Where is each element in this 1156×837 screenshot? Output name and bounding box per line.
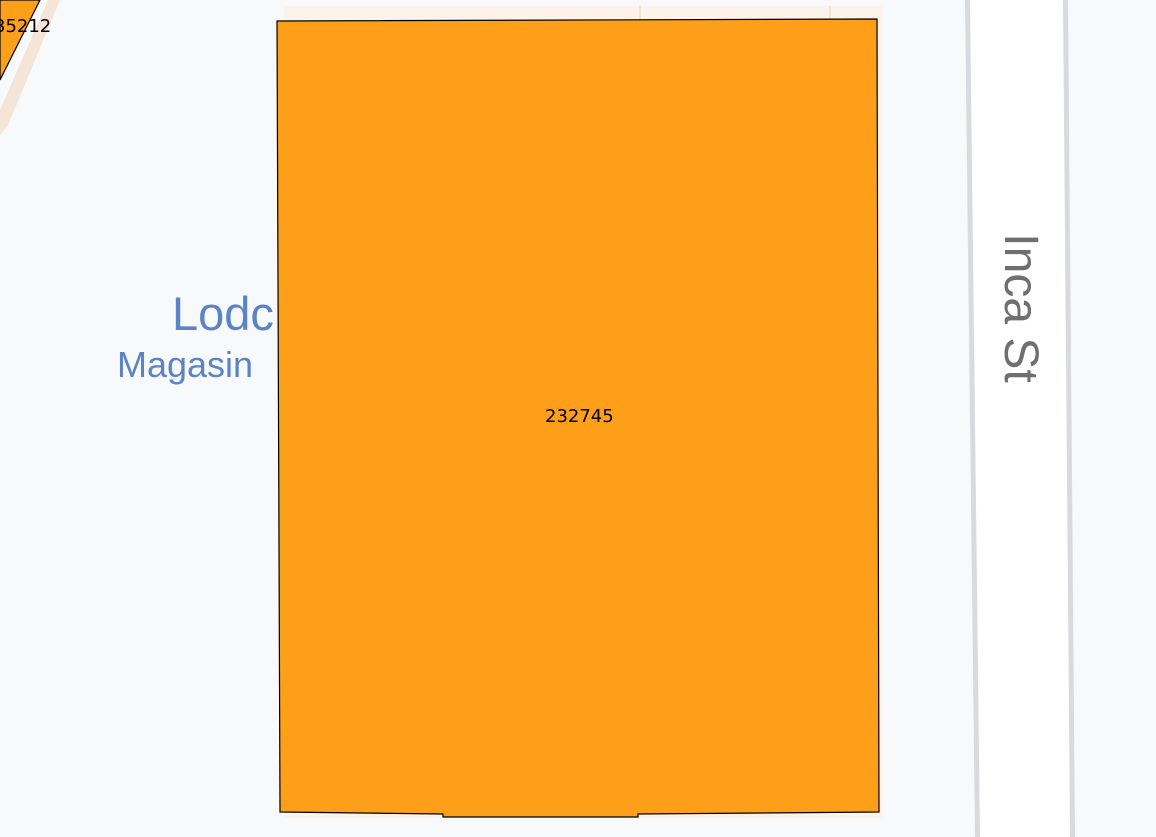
parcel-polygon-35212[interactable]	[0, 0, 41, 81]
street-name-label: Inca St	[994, 233, 1047, 383]
parcel-id-label: 232745	[545, 406, 614, 427]
parcel-id-label: 35212	[0, 16, 52, 37]
map-canvas[interactable]: Lodc Magasin 232745 35212 Inca St	[0, 0, 1156, 837]
